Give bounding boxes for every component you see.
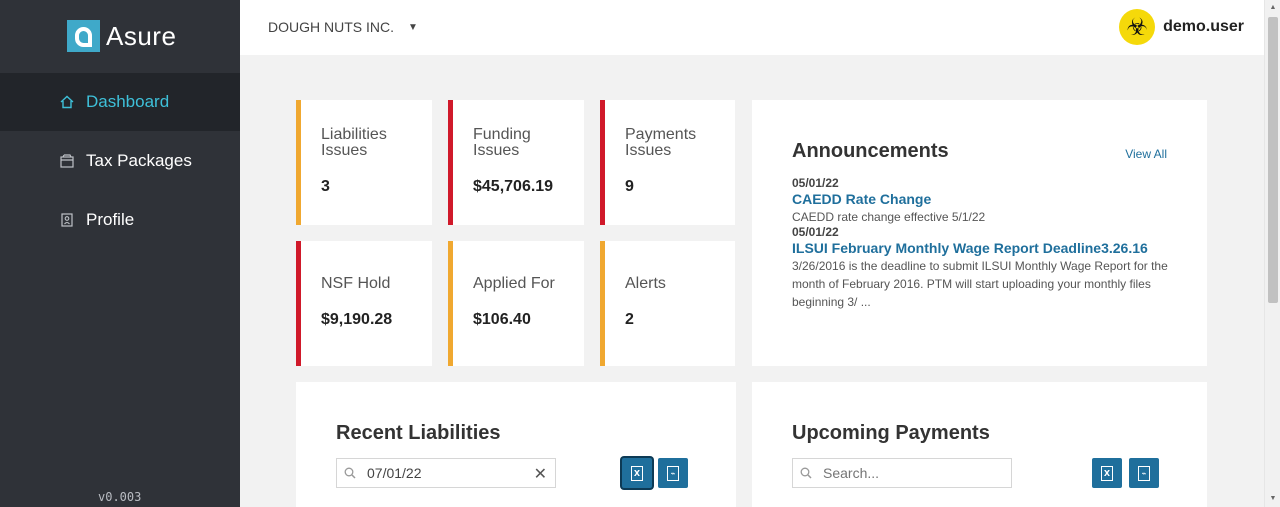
excel-file-icon: X	[631, 465, 643, 481]
stat-label: Issues	[321, 142, 368, 159]
stat-value: 3	[321, 178, 330, 195]
announcement-title[interactable]: CAEDD Rate Change	[792, 190, 1172, 208]
announcement-item: 05/01/22 ILSUI February Monthly Wage Rep…	[792, 225, 1172, 311]
company-selector[interactable]: DOUGH NUTS INC. ▼	[268, 19, 418, 35]
sidebar-item-label: Tax Packages	[86, 151, 192, 170]
scroll-thumb[interactable]	[1268, 17, 1278, 303]
company-name: DOUGH NUTS INC.	[268, 19, 394, 35]
announcement-item: 05/01/22 CAEDD Rate Change CAEDD rate ch…	[792, 176, 1172, 226]
announcement-title[interactable]: ILSUI February Monthly Wage Report Deadl…	[792, 239, 1172, 257]
stat-label: Payments	[625, 126, 697, 143]
upcoming-payments-panel: Upcoming Payments X ⌁	[752, 382, 1207, 507]
liabilities-search-input[interactable]	[367, 459, 547, 487]
view-all-link[interactable]: View All	[1125, 147, 1167, 161]
asure-logo-icon	[67, 20, 100, 52]
announcement-date: 05/01/22	[792, 225, 839, 239]
payments-search-input[interactable]	[823, 459, 1003, 487]
stat-card-nsf-hold[interactable]: NSF Hold $9,190.28	[296, 241, 432, 366]
announcement-body: 3/26/2016 is the deadline to submit ILSU…	[792, 259, 1168, 309]
package-icon	[60, 154, 74, 168]
announcement-date: 05/01/22	[792, 176, 839, 190]
biohazard-icon: ☣	[1119, 9, 1156, 45]
sidebar-item-label: Profile	[86, 210, 135, 229]
scroll-down-arrow-icon[interactable]: ▼	[1265, 491, 1280, 507]
stat-label: Applied For	[473, 275, 555, 292]
scroll-up-arrow-icon[interactable]: ▲	[1265, 0, 1280, 16]
stat-value: $9,190.28	[321, 311, 393, 328]
stat-card-funding-issues[interactable]: Funding Issues $45,706.19	[448, 100, 584, 225]
stat-label: Alerts	[625, 275, 666, 292]
profile-icon	[61, 213, 73, 227]
stat-label: Funding	[473, 126, 531, 143]
sidebar-item-profile[interactable]: Profile	[0, 191, 240, 249]
stat-value: $45,706.19	[473, 178, 554, 195]
stat-label: Issues	[625, 142, 672, 159]
sidebar-item-tax-packages[interactable]: Tax Packages	[0, 132, 240, 190]
stat-card-alerts[interactable]: Alerts 2	[600, 241, 735, 366]
user-menu[interactable]: ☣ demo.user	[1119, 9, 1244, 45]
export-pdf-button[interactable]: ⌁	[658, 458, 688, 488]
announcements-panel: Announcements View All 05/01/22 CAEDD Ra…	[752, 100, 1207, 366]
sidebar-item-label: Dashboard	[86, 92, 170, 111]
payments-search-field[interactable]	[792, 458, 1012, 488]
announcement-body: CAEDD rate change effective 5/1/22	[792, 210, 986, 224]
username: demo.user	[1163, 18, 1244, 35]
clear-icon[interactable]: ✕	[534, 464, 547, 484]
brand-logo[interactable]: Asure	[67, 20, 176, 52]
pdf-file-icon: ⌁	[1138, 465, 1150, 481]
chevron-down-icon: ▼	[408, 21, 418, 33]
liabilities-search-field[interactable]: ✕	[336, 458, 556, 488]
stat-value: 9	[625, 178, 634, 195]
stat-card-applied-for[interactable]: Applied For $106.40	[448, 241, 584, 366]
stat-value: $106.40	[473, 311, 531, 328]
top-header: DOUGH NUTS INC. ▼ ☣ demo.user	[240, 0, 1264, 55]
sidebar: Asure Dashboard Tax Packages Profile v0.…	[0, 0, 240, 507]
stat-label: NSF Hold	[321, 275, 391, 292]
stat-label: Liabilities	[321, 126, 387, 143]
brand-name: Asure	[106, 20, 177, 51]
export-pdf-button[interactable]: ⌁	[1129, 458, 1159, 488]
pdf-file-icon: ⌁	[667, 465, 679, 481]
page-scrollbar[interactable]: ▲ ▼	[1264, 0, 1280, 507]
stat-label: Issues	[473, 142, 520, 159]
home-icon	[60, 95, 74, 109]
recent-liabilities-title: Recent Liabilities	[336, 422, 501, 444]
export-excel-button[interactable]: X	[1092, 458, 1122, 488]
excel-file-icon: X	[1101, 465, 1113, 481]
stat-card-payments-issues[interactable]: Payments Issues 9	[600, 100, 735, 225]
upcoming-payments-title: Upcoming Payments	[792, 422, 990, 444]
export-excel-button[interactable]: X	[622, 458, 652, 488]
announcements-title: Announcements	[792, 140, 949, 162]
search-icon	[800, 467, 812, 479]
recent-liabilities-panel: Recent Liabilities ✕ X ⌁	[296, 382, 736, 507]
stat-card-liabilities-issues[interactable]: Liabilities Issues 3	[296, 100, 432, 225]
sidebar-item-dashboard[interactable]: Dashboard	[0, 73, 240, 131]
version-label: v0.003	[98, 490, 142, 504]
search-icon	[344, 467, 356, 479]
stat-value: 2	[625, 311, 634, 328]
